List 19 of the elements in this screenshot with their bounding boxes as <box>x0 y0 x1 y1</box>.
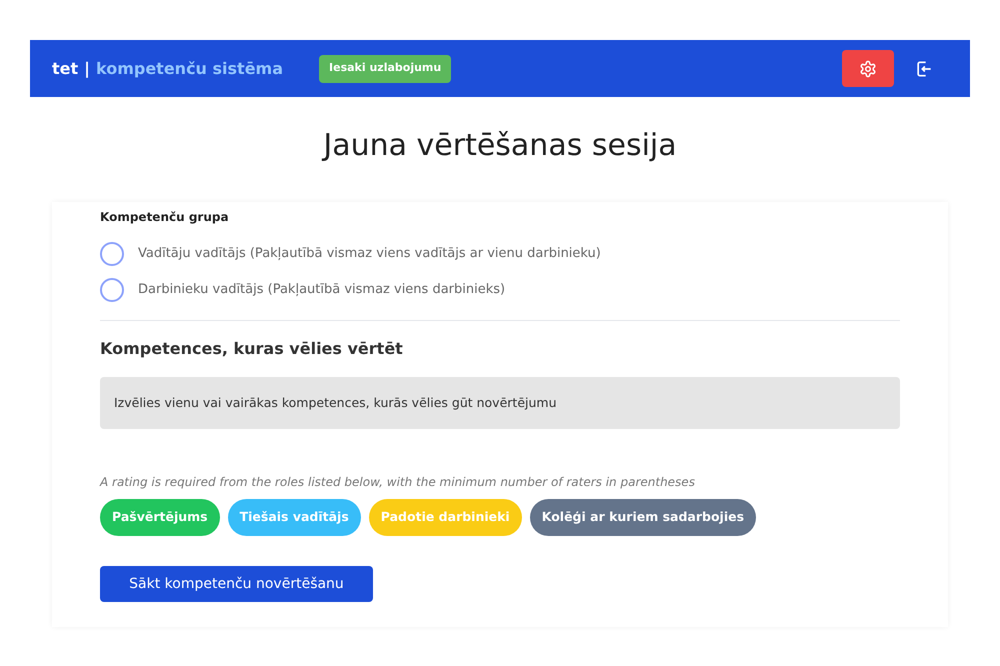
settings-button[interactable] <box>842 50 894 87</box>
role-tag: Tiešais vadītājs <box>228 499 361 536</box>
role-tag: Pašvērtējums <box>100 499 220 536</box>
radio-button[interactable] <box>100 242 124 266</box>
start-button[interactable]: Sākt kompetenču novērtēšanu <box>100 566 373 602</box>
brand-title: kompetenču sistēma <box>96 58 284 80</box>
role-tag: Kolēģi ar kuriem sadarbojies <box>530 499 756 536</box>
notice: Izvēlies vienu vai vairākas kompetences, kurās vēlies gūt novērtējumu <box>100 377 900 429</box>
brand-name: tet <box>52 58 78 80</box>
group-label: Kompetenču grupa <box>100 209 230 226</box>
role-tag: Padotie darbinieki <box>368 499 522 536</box>
radio-label: Darbinieku vadītājs (Pakļautībā vismaz viens darbinieks) <box>138 281 506 300</box>
page-title: Jauna vērtēšanas sesija <box>320 127 678 165</box>
radio-button[interactable] <box>100 278 124 302</box>
section-heading: Kompetences, kuras vēlies vērtēt <box>100 338 404 360</box>
settings-icon <box>859 60 877 78</box>
brand-separator: | <box>84 58 90 80</box>
roles-note: A rating is required from the roles listed below, with the minimum number of raters in parentheses <box>100 474 696 491</box>
radio-label: Vadītāju vadītājs (Pakļautībā vismaz viens vadītājs ar vienu darbinieku) <box>138 245 601 264</box>
